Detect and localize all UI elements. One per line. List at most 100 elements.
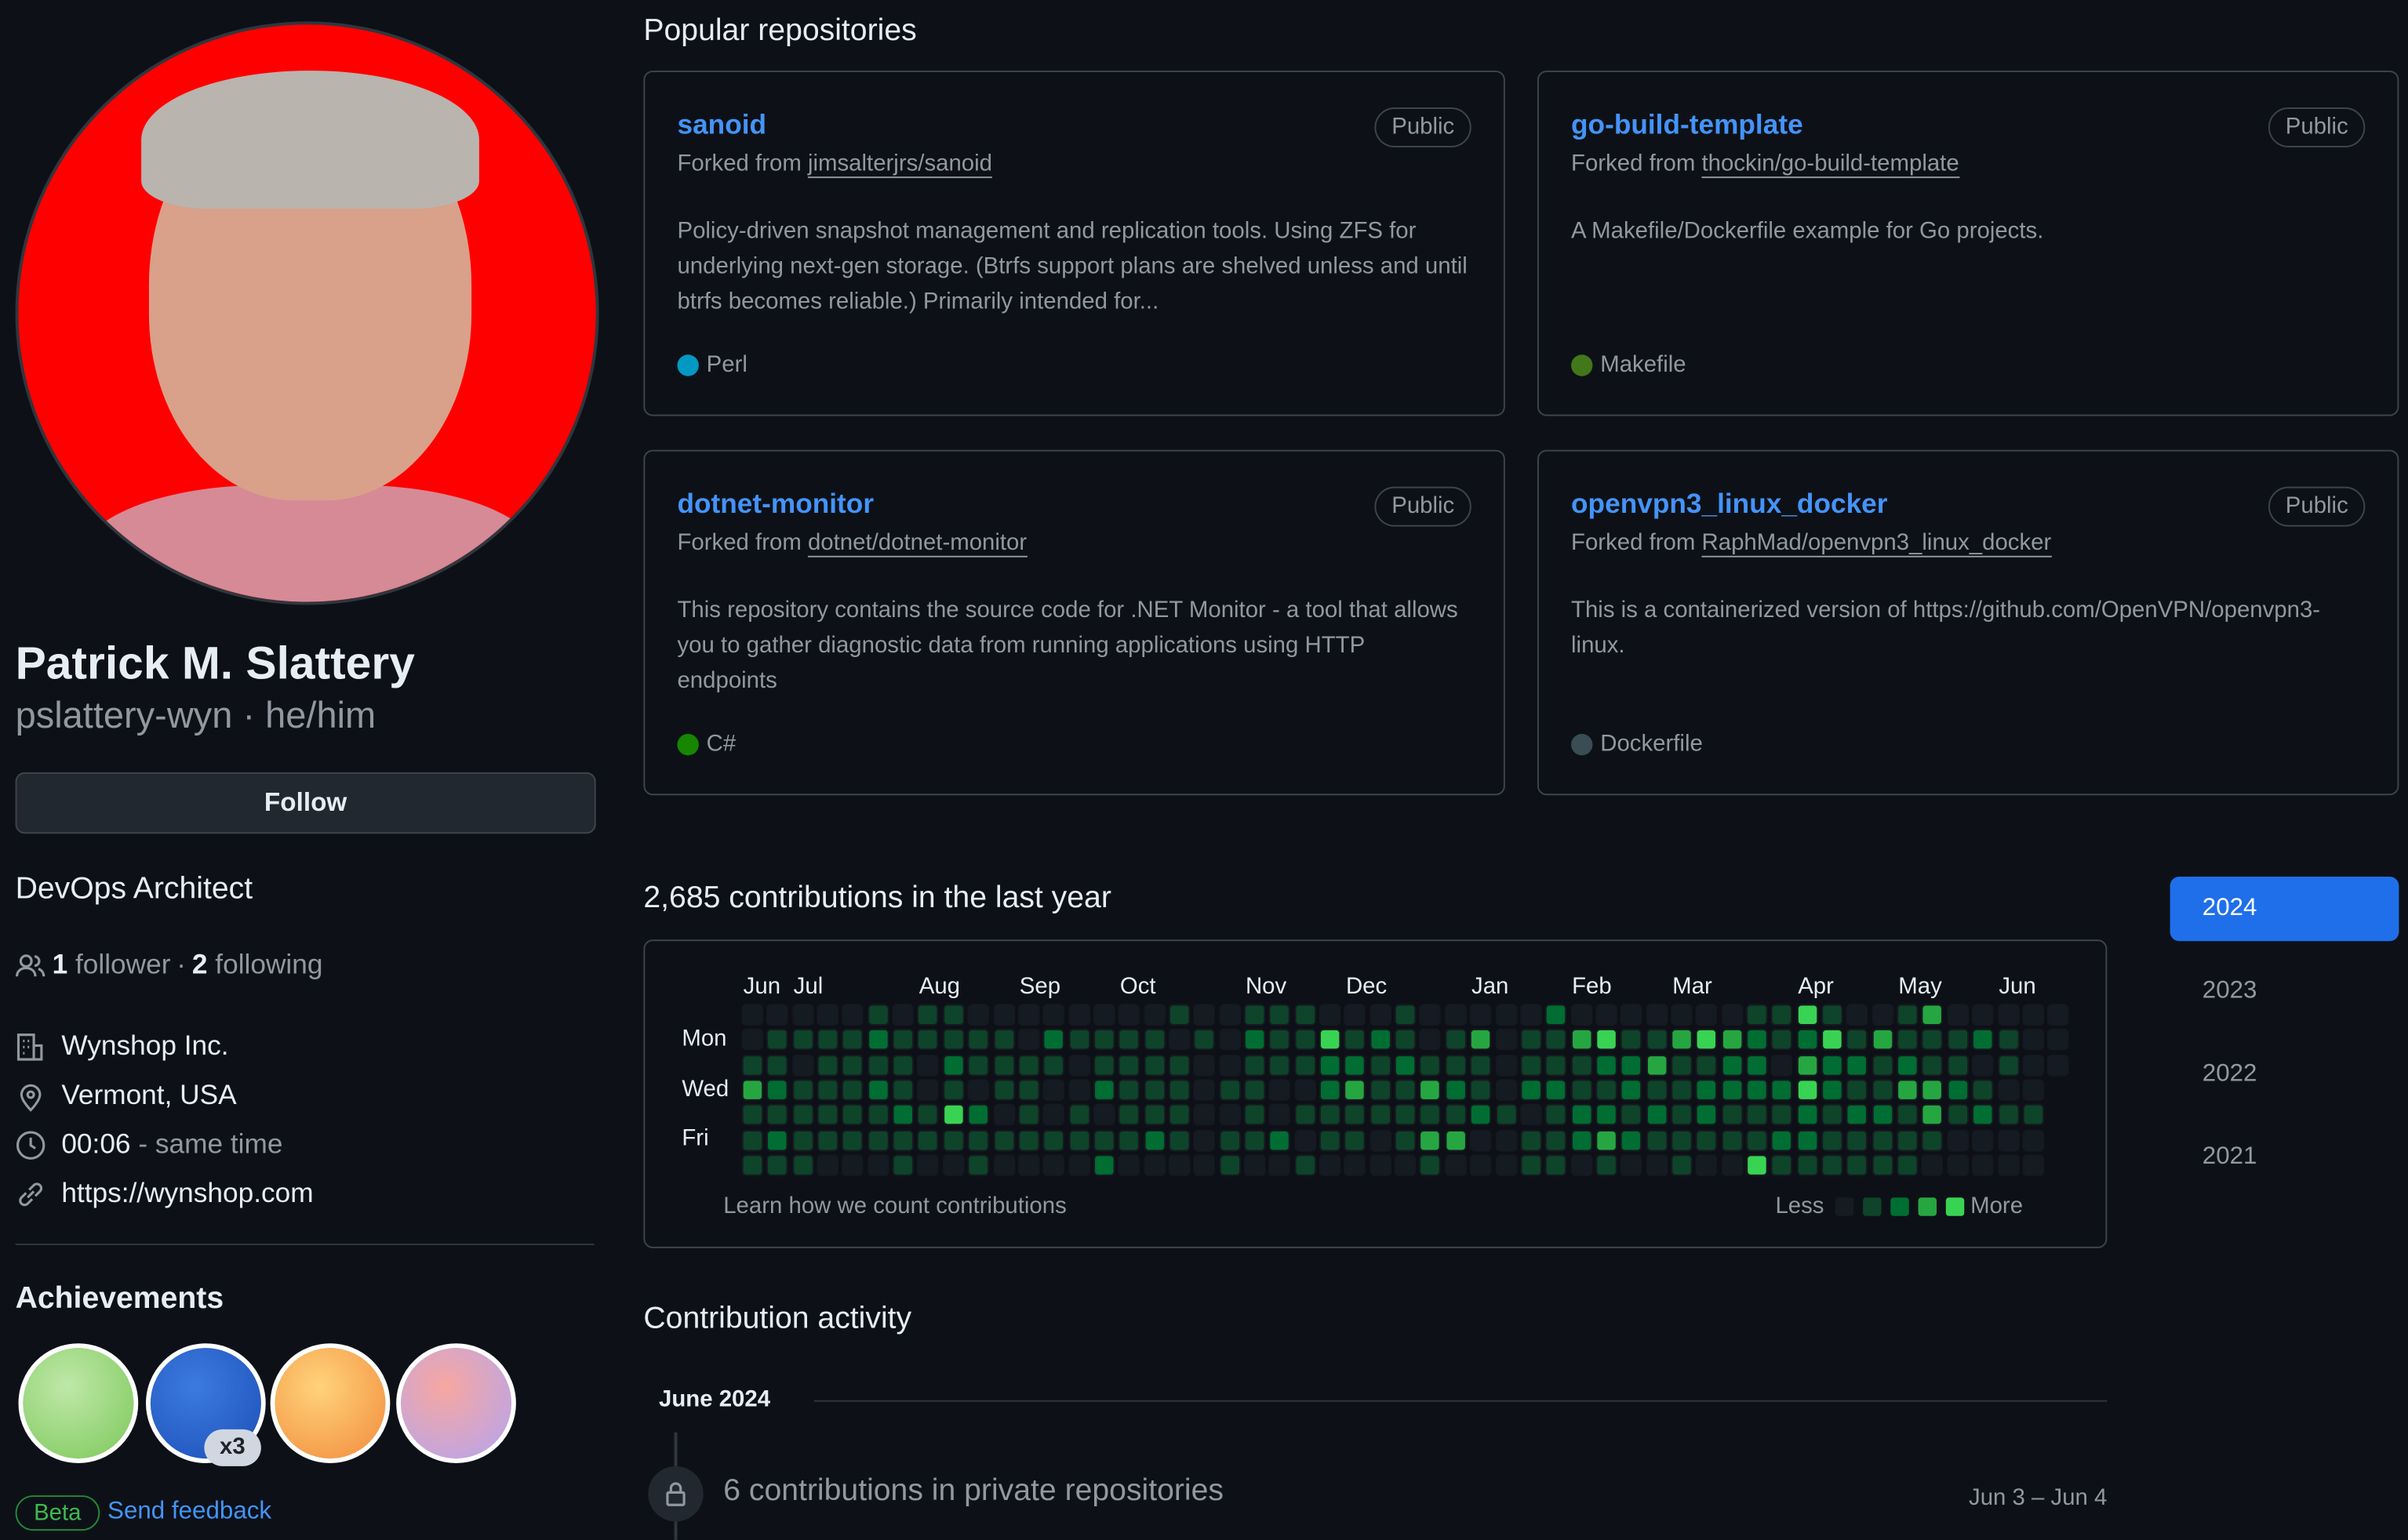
contribution-day[interactable] bbox=[1922, 1004, 1944, 1026]
contribution-day[interactable] bbox=[917, 1129, 940, 1151]
contribution-day[interactable] bbox=[1721, 1029, 1743, 1051]
contribution-day[interactable] bbox=[1922, 1154, 1944, 1176]
contribution-day[interactable] bbox=[817, 1104, 839, 1126]
contribution-day[interactable] bbox=[1143, 1079, 1166, 1101]
contribution-day[interactable] bbox=[1344, 1154, 1366, 1176]
contribution-day[interactable] bbox=[766, 1004, 789, 1026]
contribution-day[interactable] bbox=[1520, 1154, 1542, 1176]
contribution-day[interactable] bbox=[1118, 1054, 1140, 1076]
contribution-day[interactable] bbox=[917, 1104, 940, 1126]
contribution-day[interactable] bbox=[1293, 1154, 1316, 1176]
contribution-day[interactable] bbox=[1118, 1154, 1140, 1176]
contribution-day[interactable] bbox=[1821, 1079, 1843, 1101]
contribution-day[interactable] bbox=[741, 1004, 764, 1026]
contribution-day[interactable] bbox=[1017, 1154, 1040, 1176]
contribution-day[interactable] bbox=[1545, 1129, 1567, 1151]
contribution-day[interactable] bbox=[1922, 1104, 1944, 1126]
contribution-day[interactable] bbox=[1972, 1129, 1994, 1151]
contribution-day[interactable] bbox=[1821, 1104, 1843, 1126]
contribution-day[interactable] bbox=[1997, 1029, 2019, 1051]
contribution-day[interactable] bbox=[1319, 1104, 1341, 1126]
contribution-day[interactable] bbox=[1796, 1104, 1818, 1126]
contribution-day[interactable] bbox=[1897, 1104, 1919, 1126]
contribution-day[interactable] bbox=[942, 1004, 965, 1026]
contribution-day[interactable] bbox=[2022, 1054, 2044, 1076]
contribution-day[interactable] bbox=[1168, 1104, 1191, 1126]
contribution-day[interactable] bbox=[842, 1029, 864, 1051]
contribution-day[interactable] bbox=[967, 1129, 990, 1151]
contribution-day[interactable] bbox=[992, 1079, 1015, 1101]
contribution-day[interactable] bbox=[992, 1129, 1015, 1151]
contribution-day[interactable] bbox=[1646, 1104, 1668, 1126]
repo-name-link[interactable]: go-build-template bbox=[1571, 109, 1803, 141]
contribution-day[interactable] bbox=[1696, 1079, 1718, 1101]
contribution-day[interactable] bbox=[1495, 1004, 1517, 1026]
contribution-day[interactable] bbox=[1445, 1029, 1467, 1051]
contribution-day[interactable] bbox=[1243, 1104, 1266, 1126]
contribution-day[interactable] bbox=[1268, 1129, 1291, 1151]
fork-source-link[interactable]: RaphMad/openvpn3_linux_docker bbox=[1701, 529, 2052, 558]
contribution-day[interactable] bbox=[1721, 1154, 1743, 1176]
contribution-day[interactable] bbox=[1972, 1079, 1994, 1101]
contribution-day[interactable] bbox=[741, 1079, 764, 1101]
contribution-day[interactable] bbox=[892, 1029, 915, 1051]
contribution-day[interactable] bbox=[1093, 1029, 1115, 1051]
contribution-day[interactable] bbox=[1268, 1004, 1291, 1026]
contribution-day[interactable] bbox=[1370, 1079, 1391, 1101]
contribution-day[interactable] bbox=[1646, 1004, 1668, 1026]
contribution-day[interactable] bbox=[1168, 1054, 1191, 1076]
contribution-day[interactable] bbox=[867, 1104, 889, 1126]
contribution-day[interactable] bbox=[842, 1079, 864, 1101]
contribution-day[interactable] bbox=[1344, 1054, 1366, 1076]
contribution-day[interactable] bbox=[1370, 1004, 1391, 1026]
contribution-day[interactable] bbox=[1068, 1054, 1090, 1076]
contribution-day[interactable] bbox=[1646, 1054, 1668, 1076]
contribution-day[interactable] bbox=[1168, 1004, 1191, 1026]
contribution-day[interactable] bbox=[967, 1079, 990, 1101]
contribution-day[interactable] bbox=[1042, 1054, 1065, 1076]
contribution-day[interactable] bbox=[2047, 1029, 2069, 1051]
repo-name-link[interactable]: dotnet-monitor bbox=[677, 489, 874, 521]
contribution-day[interactable] bbox=[1620, 1029, 1642, 1051]
contribution-day[interactable] bbox=[1268, 1104, 1291, 1126]
contribution-day[interactable] bbox=[1445, 1004, 1467, 1026]
contribution-day[interactable] bbox=[1520, 1004, 1542, 1026]
contribution-day[interactable] bbox=[1193, 1029, 1216, 1051]
contribution-day[interactable] bbox=[1671, 1054, 1693, 1076]
contribution-day[interactable] bbox=[892, 1079, 915, 1101]
contribution-day[interactable] bbox=[1520, 1079, 1542, 1101]
contribution-day[interactable] bbox=[1922, 1129, 1944, 1151]
contribution-day[interactable] bbox=[1068, 1104, 1090, 1126]
contribution-day[interactable] bbox=[1821, 1054, 1843, 1076]
contribution-day[interactable] bbox=[1821, 1029, 1843, 1051]
contribution-day[interactable] bbox=[1268, 1054, 1291, 1076]
contribution-day[interactable] bbox=[791, 1104, 814, 1126]
contribution-day[interactable] bbox=[1470, 1004, 1492, 1026]
contribution-day[interactable] bbox=[1646, 1154, 1668, 1176]
contribution-day[interactable] bbox=[1218, 1154, 1241, 1176]
contribution-day[interactable] bbox=[867, 1079, 889, 1101]
contribution-day[interactable] bbox=[1846, 1129, 1868, 1151]
contribution-day[interactable] bbox=[1143, 1054, 1166, 1076]
contribution-day[interactable] bbox=[1193, 1079, 1216, 1101]
contribution-day[interactable] bbox=[741, 1129, 764, 1151]
contribution-day[interactable] bbox=[1218, 1004, 1241, 1026]
contribution-day[interactable] bbox=[892, 1129, 915, 1151]
contribution-day[interactable] bbox=[1495, 1104, 1517, 1126]
contribution-day[interactable] bbox=[1746, 1054, 1768, 1076]
contribution-day[interactable] bbox=[1771, 1054, 1793, 1076]
follow-button[interactable]: Follow bbox=[15, 772, 596, 834]
contribution-day[interactable] bbox=[1545, 1154, 1567, 1176]
fork-source-link[interactable]: dotnet/dotnet-monitor bbox=[807, 529, 1028, 558]
contribution-day[interactable] bbox=[967, 1054, 990, 1076]
contribution-day[interactable] bbox=[1243, 1054, 1266, 1076]
contribution-day[interactable] bbox=[1671, 1079, 1693, 1101]
contribution-day[interactable] bbox=[942, 1129, 965, 1151]
contribution-day[interactable] bbox=[1696, 1054, 1718, 1076]
contribution-day[interactable] bbox=[1344, 1129, 1366, 1151]
contribution-day[interactable] bbox=[1997, 1079, 2019, 1101]
contribution-day[interactable] bbox=[1017, 1029, 1040, 1051]
contribution-day[interactable] bbox=[1997, 1154, 2019, 1176]
contribution-day[interactable] bbox=[842, 1054, 864, 1076]
contribution-day[interactable] bbox=[1344, 1029, 1366, 1051]
